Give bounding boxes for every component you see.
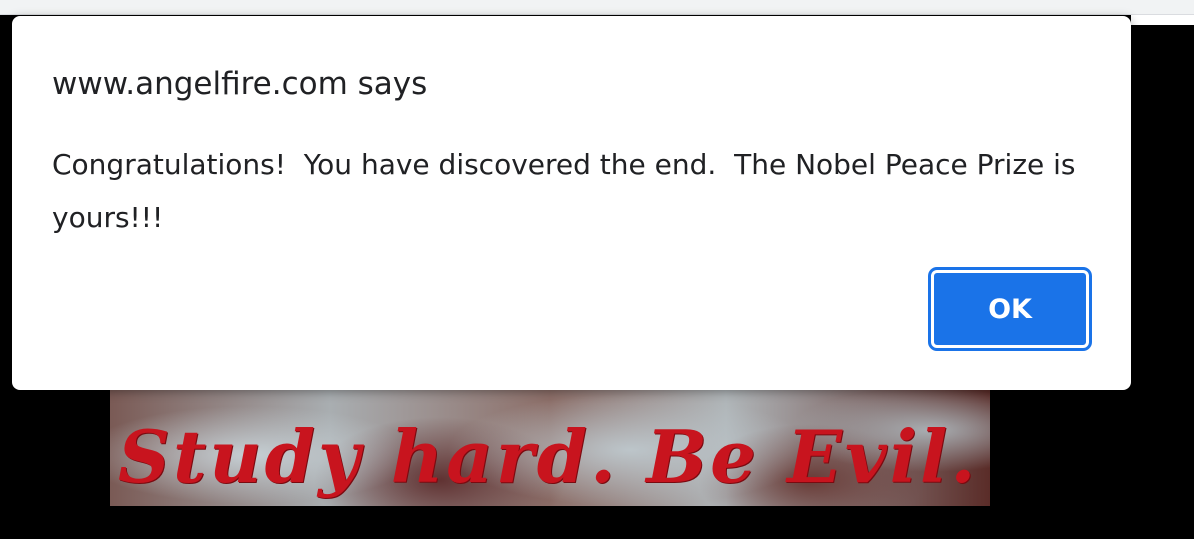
ok-button[interactable]: OK (928, 267, 1092, 351)
page-strip (1131, 15, 1194, 25)
banner-text: Study hard. Be Evil. (118, 414, 979, 499)
alert-dialog: www.angelfire.com says Congratulations! … (12, 16, 1131, 390)
dialog-title: www.angelfire.com says (52, 66, 428, 102)
dialog-message: Congratulations! You have discovered the… (52, 148, 1085, 234)
browser-toolbar-edge (0, 0, 1194, 15)
